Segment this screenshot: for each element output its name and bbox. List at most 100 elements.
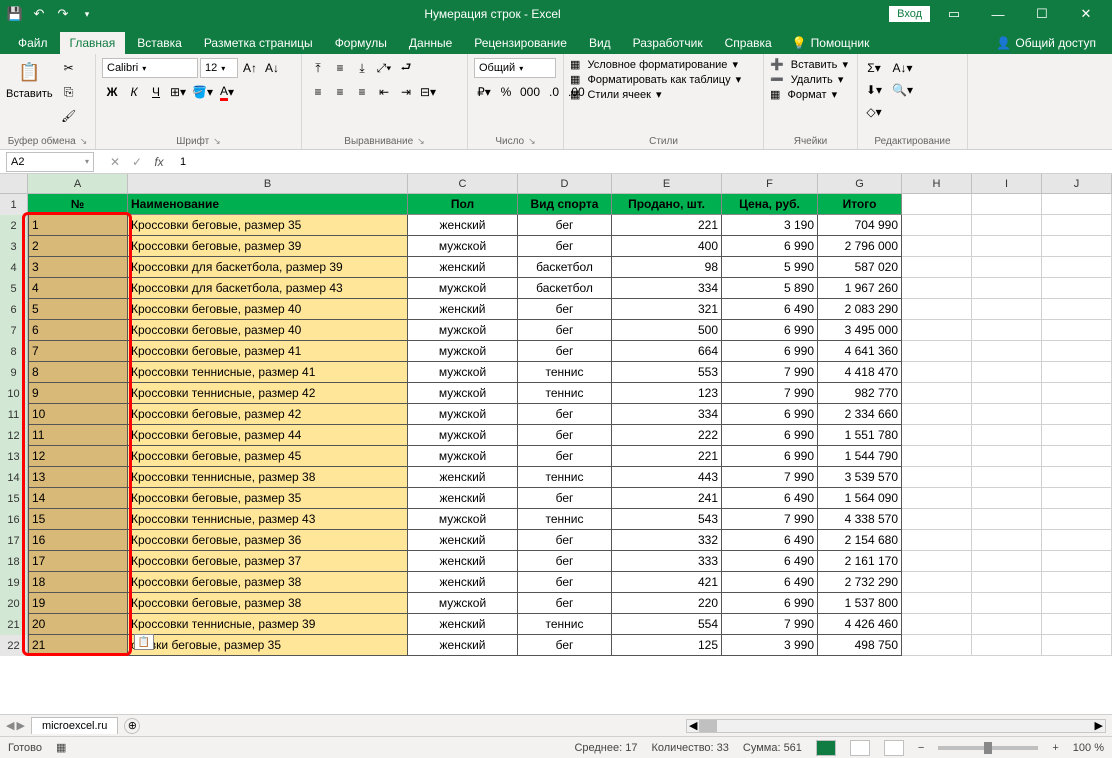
cell[interactable]: бег bbox=[518, 593, 612, 614]
format-cells-button[interactable]: ▦ Формат ▾ bbox=[770, 88, 837, 101]
cell[interactable]: бег bbox=[518, 551, 612, 572]
cell[interactable] bbox=[972, 257, 1042, 278]
cell[interactable]: Кроссовки беговые, размер 36 bbox=[128, 530, 408, 551]
tab-help[interactable]: Справка bbox=[715, 32, 782, 54]
cancel-formula-icon[interactable]: ✕ bbox=[106, 155, 124, 169]
sheet-tab[interactable]: microexcel.ru bbox=[31, 717, 118, 734]
cell[interactable] bbox=[1042, 614, 1112, 635]
cell[interactable] bbox=[972, 320, 1042, 341]
cell[interactable] bbox=[972, 425, 1042, 446]
cell[interactable]: 4 bbox=[28, 278, 128, 299]
cell[interactable]: 4 418 470 bbox=[818, 362, 902, 383]
cell[interactable]: женский bbox=[408, 299, 518, 320]
cell[interactable]: 3 495 000 bbox=[818, 320, 902, 341]
cell[interactable] bbox=[972, 593, 1042, 614]
ribbon-display-icon[interactable]: ▭ bbox=[934, 0, 974, 28]
cell[interactable]: 17 bbox=[28, 551, 128, 572]
cell[interactable] bbox=[902, 194, 972, 215]
cell[interactable] bbox=[1042, 530, 1112, 551]
cell[interactable]: 2 334 660 bbox=[818, 404, 902, 425]
cell[interactable]: бег bbox=[518, 320, 612, 341]
row-header[interactable]: 11 bbox=[0, 404, 28, 425]
number-format-combo[interactable]: Общий▾ bbox=[474, 58, 556, 78]
cell[interactable] bbox=[972, 551, 1042, 572]
cell[interactable] bbox=[972, 194, 1042, 215]
cell[interactable]: женский bbox=[408, 551, 518, 572]
cell[interactable] bbox=[972, 341, 1042, 362]
header-cell[interactable]: Вид спорта bbox=[518, 194, 612, 215]
font-color-icon[interactable]: А▾ bbox=[217, 82, 237, 102]
zoom-slider[interactable] bbox=[938, 746, 1038, 750]
cell[interactable] bbox=[902, 362, 972, 383]
cell[interactable]: женский bbox=[408, 467, 518, 488]
cell[interactable]: 14 bbox=[28, 488, 128, 509]
cell[interactable]: 553 bbox=[612, 362, 722, 383]
cell[interactable] bbox=[1042, 383, 1112, 404]
cell[interactable]: женский bbox=[408, 635, 518, 656]
row-header[interactable]: 3 bbox=[0, 236, 28, 257]
horizontal-scrollbar[interactable]: ◀▶ bbox=[686, 719, 1106, 733]
row-header[interactable]: 15 bbox=[0, 488, 28, 509]
cell[interactable]: теннис bbox=[518, 362, 612, 383]
cell[interactable]: 2 083 290 bbox=[818, 299, 902, 320]
cell[interactable] bbox=[1042, 404, 1112, 425]
cell[interactable] bbox=[972, 278, 1042, 299]
cell[interactable] bbox=[902, 635, 972, 656]
col-header-F[interactable]: F bbox=[722, 174, 818, 193]
cell[interactable]: Кроссовки беговые, размер 44 bbox=[128, 425, 408, 446]
header-cell[interactable]: Пол bbox=[408, 194, 518, 215]
cell[interactable] bbox=[902, 509, 972, 530]
cell[interactable] bbox=[1042, 257, 1112, 278]
clipboard-launcher-icon[interactable]: ↘ bbox=[80, 136, 88, 147]
col-header-C[interactable]: C bbox=[408, 174, 518, 193]
cell[interactable]: 3 539 570 bbox=[818, 467, 902, 488]
cell[interactable]: 6 990 bbox=[722, 425, 818, 446]
cell[interactable]: мужской bbox=[408, 320, 518, 341]
zoom-level[interactable]: 100 % bbox=[1073, 742, 1104, 754]
fill-color-icon[interactable]: 🪣▾ bbox=[190, 82, 215, 102]
view-pagebreak-icon[interactable] bbox=[884, 740, 904, 756]
col-header-E[interactable]: E bbox=[612, 174, 722, 193]
cell[interactable]: бег bbox=[518, 572, 612, 593]
autosum-icon[interactable]: Σ▾ bbox=[864, 58, 884, 78]
percent-icon[interactable]: % bbox=[496, 82, 516, 102]
cell[interactable] bbox=[1042, 194, 1112, 215]
cell[interactable] bbox=[972, 614, 1042, 635]
qat-dropdown-icon[interactable]: ▾ bbox=[78, 5, 96, 23]
orientation-icon[interactable]: ⤢▾ bbox=[374, 58, 394, 78]
cell[interactable]: 587 020 bbox=[818, 257, 902, 278]
borders-icon[interactable]: ⊞▾ bbox=[168, 82, 188, 102]
row-header[interactable]: 7 bbox=[0, 320, 28, 341]
cell[interactable]: 400 bbox=[612, 236, 722, 257]
cell[interactable]: 6 490 bbox=[722, 572, 818, 593]
cell[interactable]: Кроссовки теннисные, размер 43 bbox=[128, 509, 408, 530]
cell[interactable] bbox=[972, 404, 1042, 425]
number-launcher-icon[interactable]: ↘ bbox=[528, 136, 536, 147]
cell[interactable]: 704 990 bbox=[818, 215, 902, 236]
cell[interactable]: Кроссовки для баскетбола, размер 43 bbox=[128, 278, 408, 299]
cell[interactable]: 2 154 680 bbox=[818, 530, 902, 551]
cell[interactable] bbox=[902, 467, 972, 488]
col-header-G[interactable]: G bbox=[818, 174, 902, 193]
cell[interactable]: Кроссовки беговые, размер 39 bbox=[128, 236, 408, 257]
cell[interactable] bbox=[1042, 341, 1112, 362]
cell[interactable]: бег bbox=[518, 341, 612, 362]
row-header[interactable]: 9 bbox=[0, 362, 28, 383]
cell[interactable] bbox=[902, 572, 972, 593]
share-button[interactable]: 👤Общий доступ bbox=[988, 32, 1104, 54]
cell[interactable]: Кроссовки беговые, размер 37 bbox=[128, 551, 408, 572]
cell[interactable]: 500 bbox=[612, 320, 722, 341]
cell[interactable]: 554 bbox=[612, 614, 722, 635]
col-header-D[interactable]: D bbox=[518, 174, 612, 193]
cell[interactable]: теннис bbox=[518, 509, 612, 530]
cell[interactable]: 6 990 bbox=[722, 446, 818, 467]
redo-icon[interactable]: ↷ bbox=[54, 5, 72, 23]
cell[interactable]: 5 890 bbox=[722, 278, 818, 299]
font-launcher-icon[interactable]: ↘ bbox=[213, 136, 221, 147]
cell[interactable]: 221 bbox=[612, 446, 722, 467]
cell[interactable]: теннис bbox=[518, 467, 612, 488]
row-header[interactable]: 19 bbox=[0, 572, 28, 593]
header-cell[interactable]: Наименование bbox=[128, 194, 408, 215]
tell-me[interactable]: 💡Помощник bbox=[784, 32, 878, 54]
cell[interactable]: бег bbox=[518, 446, 612, 467]
